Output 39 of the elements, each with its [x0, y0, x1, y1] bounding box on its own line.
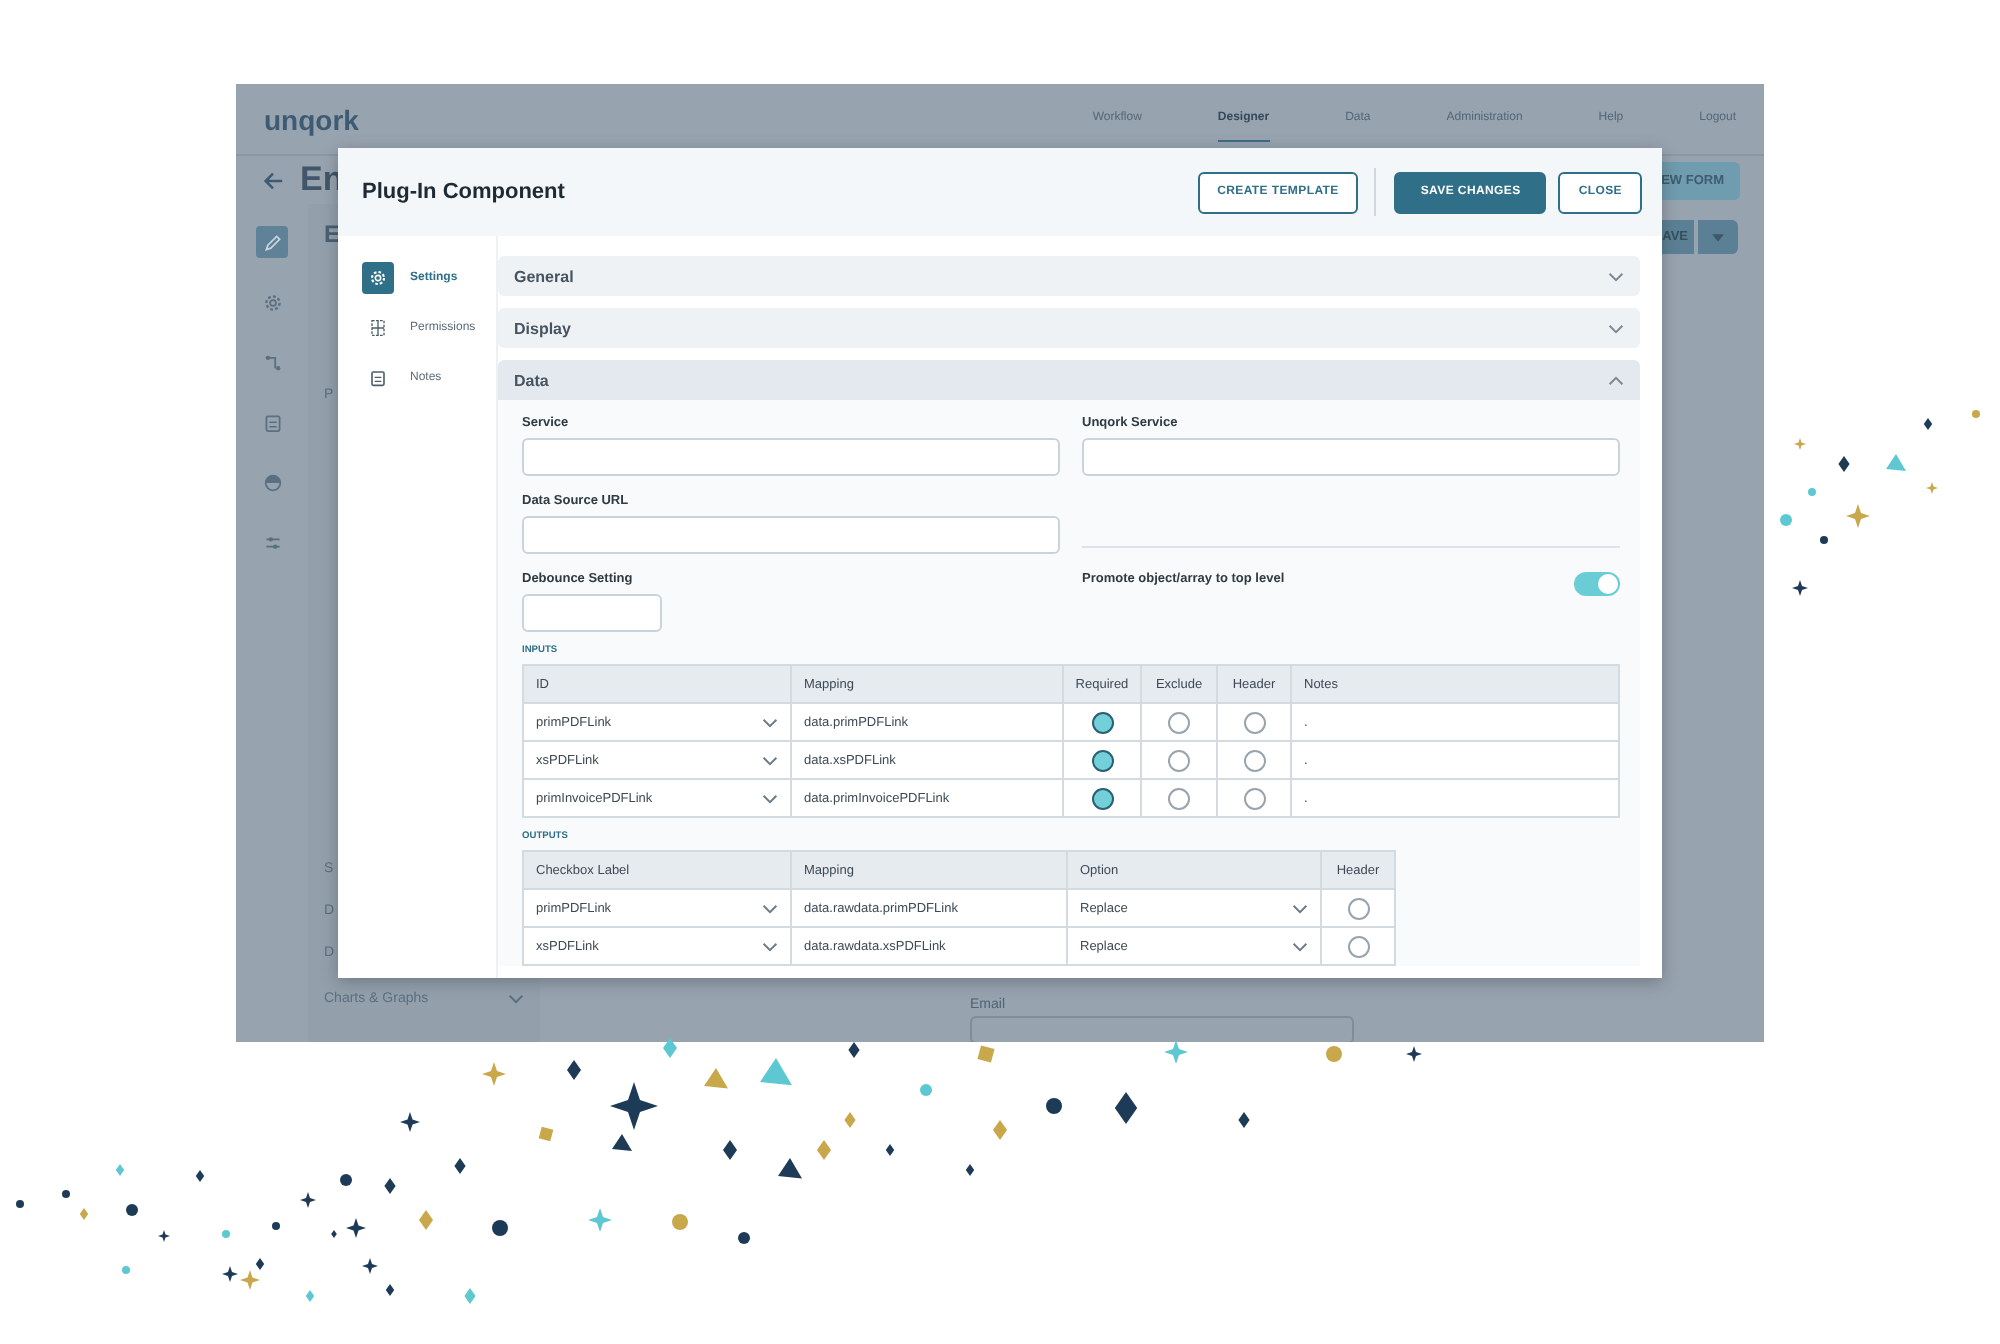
radio-button[interactable] — [1091, 787, 1113, 809]
section-header[interactable]: Data — [498, 360, 1640, 400]
radio-button[interactable] — [1347, 897, 1369, 919]
toggle-switch[interactable] — [1574, 572, 1620, 596]
chevron-icon — [1608, 271, 1624, 281]
section-header[interactable]: Display — [498, 308, 1640, 348]
chevron-icon — [762, 903, 778, 913]
text-field[interactable] — [522, 594, 662, 632]
chevron-icon — [1292, 941, 1308, 951]
chevron-icon — [1608, 375, 1624, 385]
logo: unqork — [264, 103, 359, 135]
chevron-icon — [762, 793, 778, 803]
chevron-icon — [508, 994, 525, 1004]
section-header[interactable]: General — [498, 256, 1640, 296]
chevron-icon — [1608, 323, 1624, 333]
text-field[interactable] — [1082, 438, 1620, 476]
chevron-icon — [762, 941, 778, 951]
text-field[interactable] — [522, 516, 1060, 554]
radio-button[interactable] — [1168, 787, 1190, 809]
dropdown-button[interactable] — [1698, 220, 1738, 254]
caret-icon — [1712, 233, 1724, 241]
gear-icon — [362, 262, 394, 294]
email-field[interactable] — [970, 1016, 1354, 1042]
radio-button[interactable] — [1091, 749, 1113, 771]
radio-button[interactable] — [1168, 711, 1190, 733]
chevron-icon — [1292, 903, 1308, 913]
radio-button[interactable] — [1168, 749, 1190, 771]
radio-button[interactable] — [1243, 787, 1265, 809]
radio-button[interactable] — [1243, 711, 1265, 733]
radio-button[interactable] — [1347, 935, 1369, 957]
text-field[interactable] — [522, 438, 1060, 476]
pencil-icon[interactable] — [256, 226, 288, 258]
back-arrow-icon[interactable] — [262, 169, 284, 191]
chevron-icon — [762, 717, 778, 727]
radio-button[interactable] — [1243, 749, 1265, 771]
chevron-icon — [762, 755, 778, 765]
subtitle: E — [324, 220, 343, 248]
radio-button[interactable] — [1091, 711, 1113, 733]
dialog-title: Plug-In Component — [362, 180, 565, 204]
